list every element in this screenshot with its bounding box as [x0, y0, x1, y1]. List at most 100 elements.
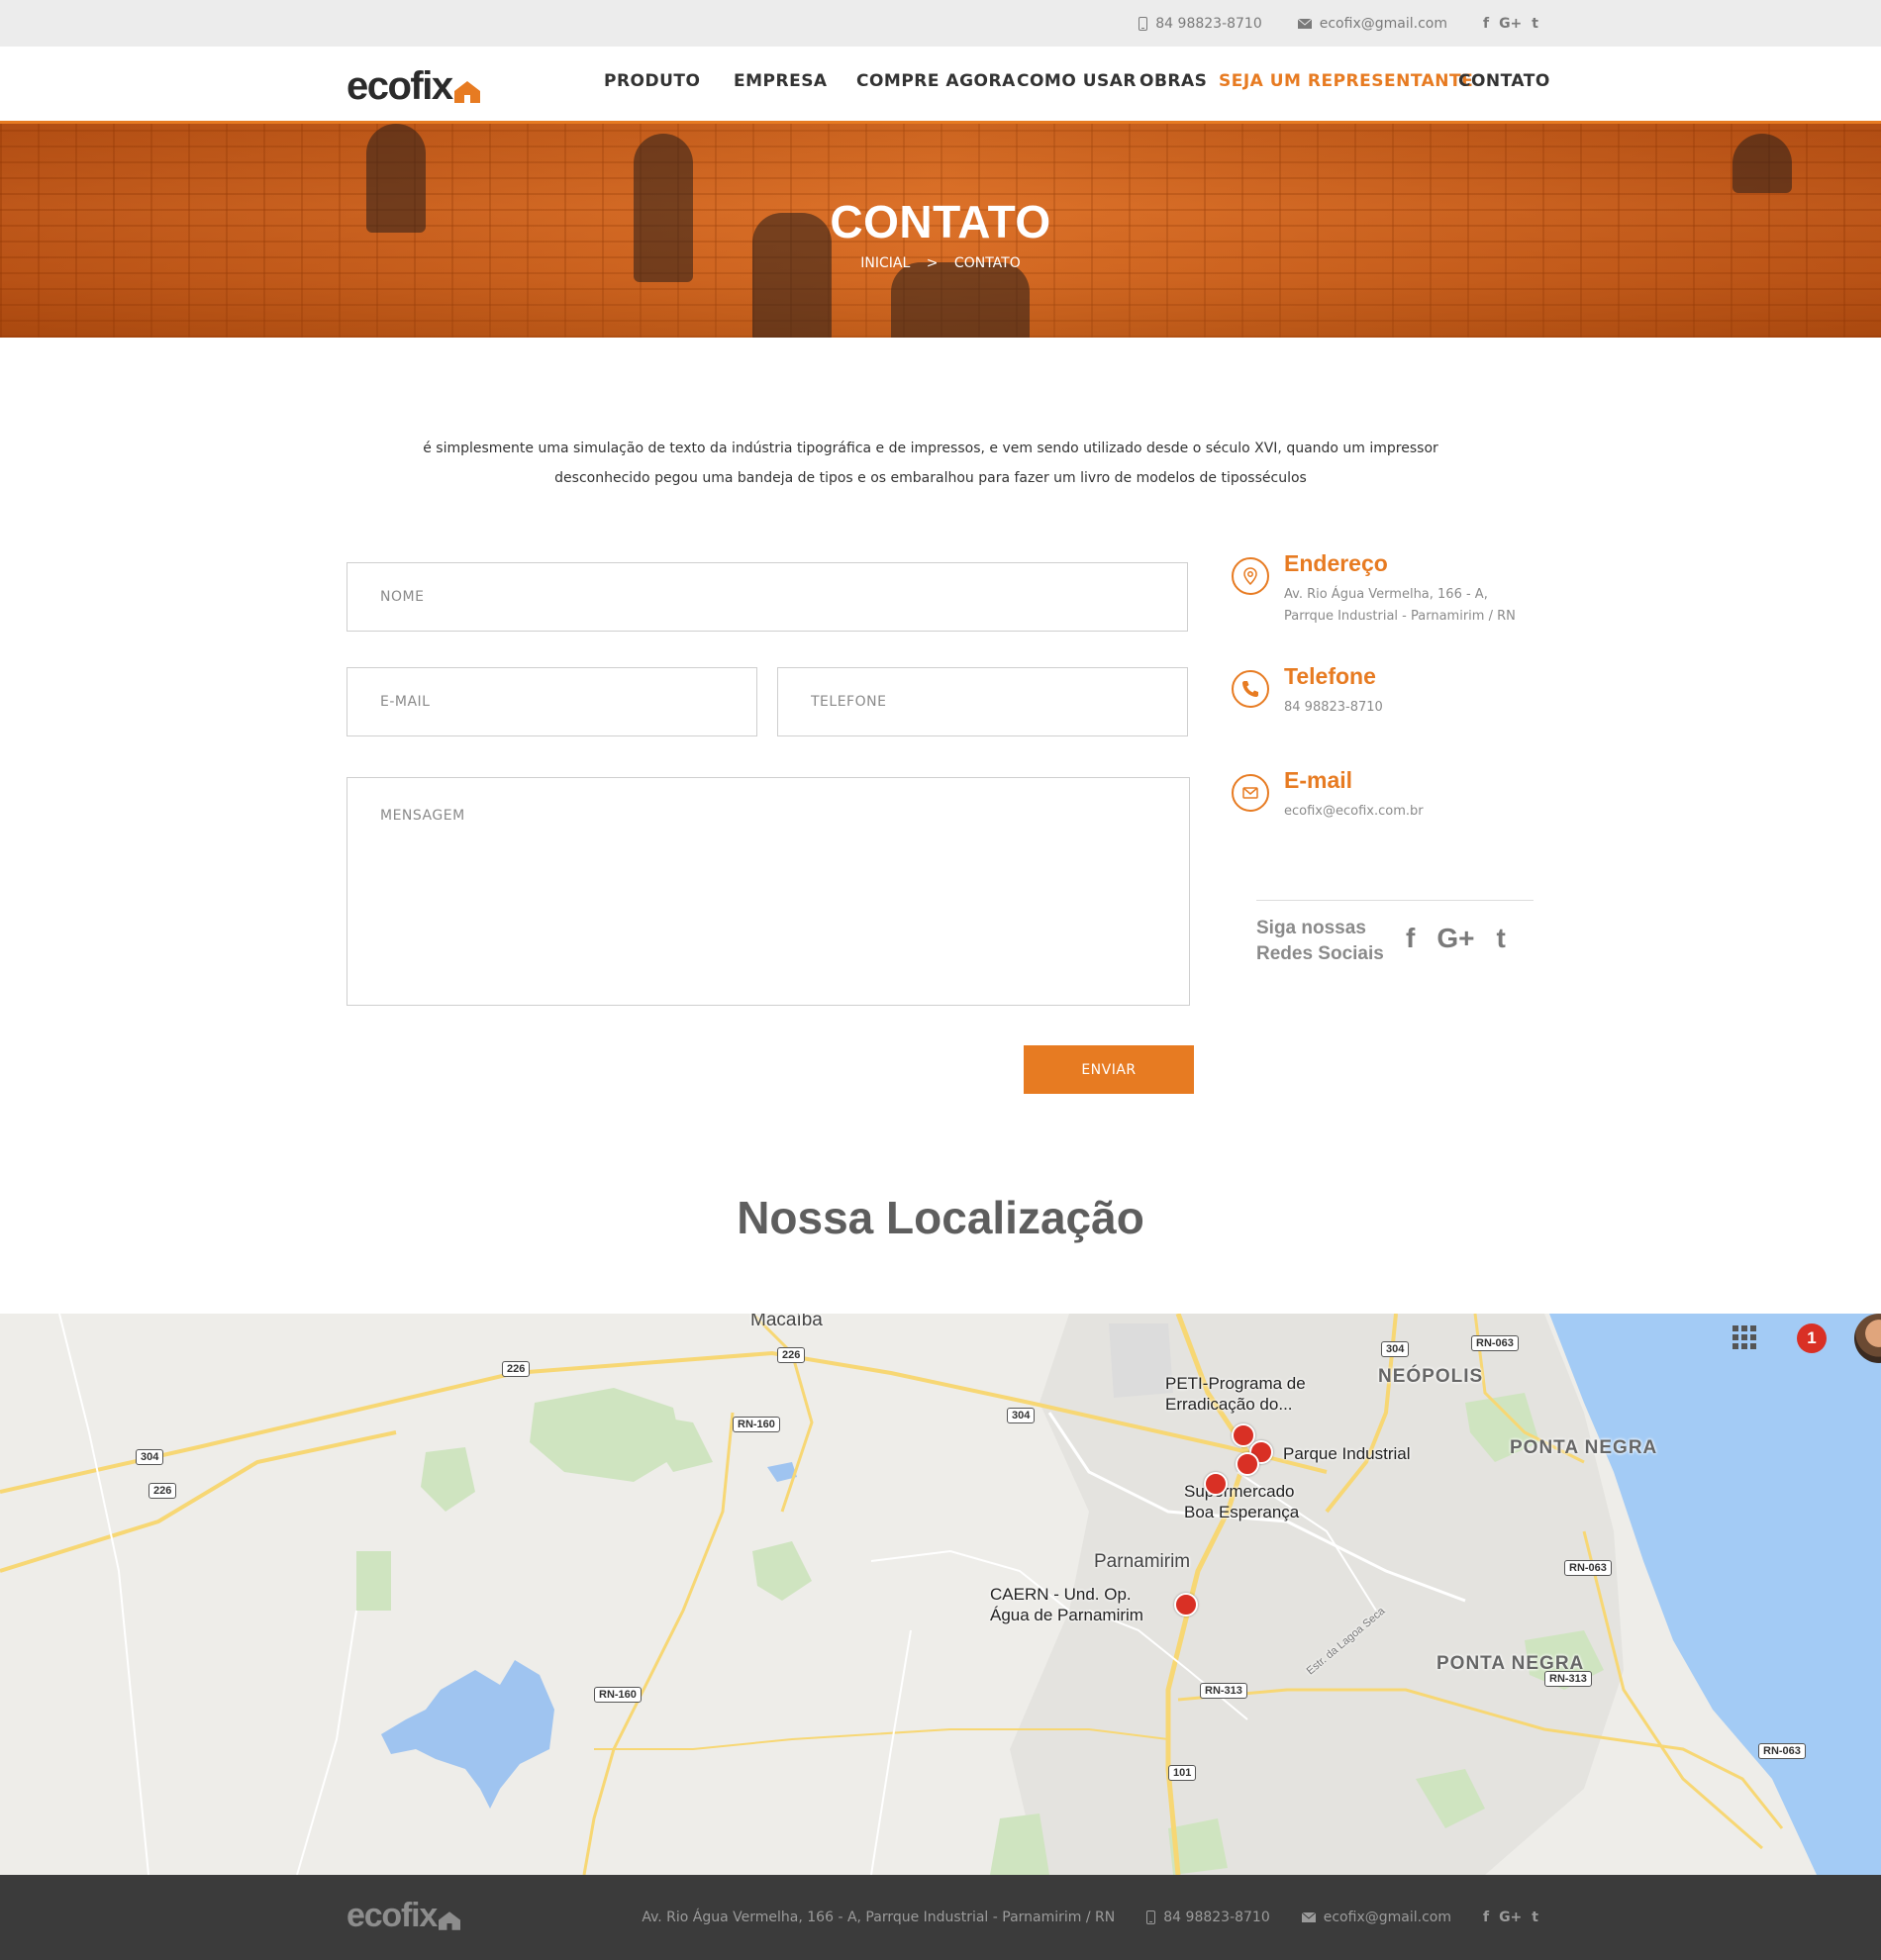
facebook-icon[interactable]: f — [1483, 1910, 1489, 1925]
map-poi-label: CAERN - Und. Op. Água de Parnamirim — [990, 1584, 1143, 1625]
main-nav: PRODUTO EMPRESA COMPRE AGORA COMO USAR O… — [0, 47, 1881, 124]
name-input[interactable] — [346, 562, 1188, 632]
poi-line: CAERN - Und. Op. — [990, 1585, 1132, 1604]
road-shield: 304 — [1381, 1341, 1410, 1357]
footer-email-text: ecofix@gmail.com — [1323, 1910, 1451, 1925]
address-text: Av. Rio Água Vermelha, 166 - A, Parrque … — [1284, 584, 1516, 628]
mobile-phone-icon — [1138, 16, 1148, 31]
twitter-icon[interactable]: t — [1496, 923, 1505, 954]
apps-grid-icon[interactable] — [1732, 1325, 1756, 1349]
follow-us-label: Siga nossas Redes Sociais — [1256, 916, 1384, 967]
map-place-label: Parnamirim — [1094, 1551, 1191, 1572]
notification-badge[interactable]: 1 — [1797, 1323, 1827, 1353]
road-shield: 226 — [148, 1483, 177, 1499]
map-poi-label: Parque Industrial — [1283, 1444, 1411, 1463]
footer-email[interactable]: ecofix@gmail.com — [1301, 1910, 1451, 1925]
poi-line: Supermercado — [1184, 1482, 1295, 1501]
nav-empresa[interactable]: EMPRESA — [734, 71, 828, 91]
social-divider — [1256, 900, 1534, 901]
footer-phone[interactable]: 84 98823-8710 — [1146, 1910, 1270, 1925]
nav-como-usar[interactable]: COMO USAR — [1017, 71, 1137, 91]
road-shield: 304 — [136, 1449, 164, 1465]
poi-line: Boa Esperança — [1184, 1503, 1300, 1521]
address-title: Endereço — [1284, 550, 1388, 576]
poi-line: Erradicação do... — [1165, 1395, 1293, 1414]
hero-worker-figure — [1732, 134, 1792, 193]
facebook-icon[interactable]: f — [1483, 16, 1489, 32]
phone-input[interactable] — [777, 667, 1188, 736]
footer-address: Av. Rio Água Vermelha, 166 - A, Parrque … — [642, 1910, 1116, 1925]
address-line: Av. Rio Água Vermelha, 166 - A, — [1284, 587, 1488, 602]
top-bar: 84 98823-8710 ecofix@gmail.com f G+ t — [0, 0, 1881, 47]
poi-line: PETI-Programa de — [1165, 1374, 1306, 1393]
google-plus-icon[interactable]: G+ — [1499, 16, 1522, 32]
breadcrumb-separator: > — [926, 255, 939, 271]
hero-banner: CONTATO INICIAL > CONTATO — [0, 124, 1881, 338]
envelope-icon — [1297, 18, 1312, 29]
footer-logo[interactable]: ecofix — [346, 1897, 461, 1935]
road-shield: 304 — [1007, 1408, 1036, 1423]
footer-info: Av. Rio Água Vermelha, 166 - A, Parrque … — [642, 1875, 1538, 1960]
breadcrumb-current: CONTATO — [953, 255, 1021, 271]
map-pin[interactable] — [1204, 1472, 1228, 1496]
topbar-phone-text: 84 98823-8710 — [1155, 15, 1262, 32]
intro-text: é simplesmente uma simulação de texto da… — [376, 434, 1485, 493]
road-shield: RN-313 — [1200, 1683, 1247, 1699]
topbar-phone[interactable]: 84 98823-8710 — [1138, 15, 1262, 32]
map-place-label: Macaíba — [750, 1314, 823, 1330]
email-title: E-mail — [1284, 767, 1353, 793]
topbar-email[interactable]: ecofix@gmail.com — [1297, 16, 1447, 32]
footer-logo-text: ecofix — [346, 1897, 438, 1934]
intro-line: é simplesmente uma simulação de texto da… — [423, 441, 1438, 456]
phone-icon — [1232, 670, 1269, 708]
mobile-phone-icon — [1146, 1911, 1156, 1924]
address-line: Parrque Industrial - Parnamirim / RN — [1284, 609, 1516, 624]
message-textarea[interactable] — [346, 777, 1190, 1006]
house-icon — [439, 1911, 461, 1930]
nav-produto[interactable]: PRODUTO — [604, 71, 700, 91]
email-input[interactable] — [346, 667, 757, 736]
nav-obras[interactable]: OBRAS — [1139, 71, 1207, 91]
road-shield: RN-160 — [594, 1687, 642, 1703]
map-pin[interactable] — [1174, 1593, 1198, 1617]
footer-social: f G+ t — [1483, 1910, 1538, 1925]
map-poi-label: Supermercado Boa Esperança — [1184, 1481, 1299, 1522]
facebook-icon[interactable]: f — [1406, 923, 1415, 954]
poi-line: Água de Parnamirim — [990, 1606, 1143, 1624]
nav-contato[interactable]: CONTATO — [1458, 71, 1550, 91]
page-title: CONTATO — [830, 196, 1051, 247]
phone-title: Telefone — [1284, 663, 1376, 689]
send-button[interactable]: ENVIAR — [1024, 1045, 1194, 1094]
follow-line: Siga nossas — [1256, 918, 1366, 938]
topbar-social: f G+ t — [1483, 16, 1538, 32]
road-shield: RN-063 — [1564, 1560, 1612, 1576]
location-map[interactable]: Macaíba NEÓPOLIS PONTA NEGRA PONTA NEGRA… — [0, 1314, 1881, 1875]
footer-phone-text: 84 98823-8710 — [1163, 1910, 1270, 1925]
envelope-icon — [1232, 774, 1269, 812]
road-shield: RN-063 — [1758, 1743, 1806, 1759]
google-plus-icon[interactable]: G+ — [1499, 1910, 1522, 1925]
page: 84 98823-8710 ecofix@gmail.com f G+ t ec… — [0, 0, 1881, 1960]
road-shield: 226 — [777, 1347, 806, 1363]
location-title: Nossa Localização — [737, 1192, 1144, 1243]
map-place-label: NEÓPOLIS — [1378, 1366, 1484, 1387]
breadcrumb: INICIAL > CONTATO — [0, 255, 1881, 271]
hero-worker-figure — [891, 262, 1030, 338]
email-text: ecofix@ecofix.com.br — [1284, 804, 1424, 819]
intro-line: desconhecido pegou uma bandeja de tipos … — [554, 470, 1307, 486]
twitter-icon[interactable]: t — [1532, 1910, 1538, 1925]
follow-line: Redes Sociais — [1256, 943, 1384, 964]
map-place-label: PONTA NEGRA — [1510, 1437, 1658, 1458]
breadcrumb-home[interactable]: INICIAL — [860, 255, 910, 271]
google-plus-icon[interactable]: G+ — [1436, 923, 1474, 954]
map-pin-icon — [1232, 557, 1269, 595]
map-poi-label: PETI-Programa de Erradicação do... — [1165, 1373, 1306, 1415]
twitter-icon[interactable]: t — [1532, 16, 1538, 32]
social-links: f G+ t — [1406, 923, 1506, 954]
nav-compre-agora[interactable]: COMPRE AGORA — [856, 71, 1016, 91]
footer: ecofix Av. Rio Água Vermelha, 166 - A, P… — [0, 1875, 1881, 1960]
nav-seja-um-representante[interactable]: SEJA UM REPRESENTANTE — [1219, 71, 1473, 91]
map-canvas — [0, 1314, 1881, 1875]
road-shield: RN-313 — [1544, 1671, 1592, 1687]
map-pin[interactable] — [1236, 1452, 1259, 1476]
